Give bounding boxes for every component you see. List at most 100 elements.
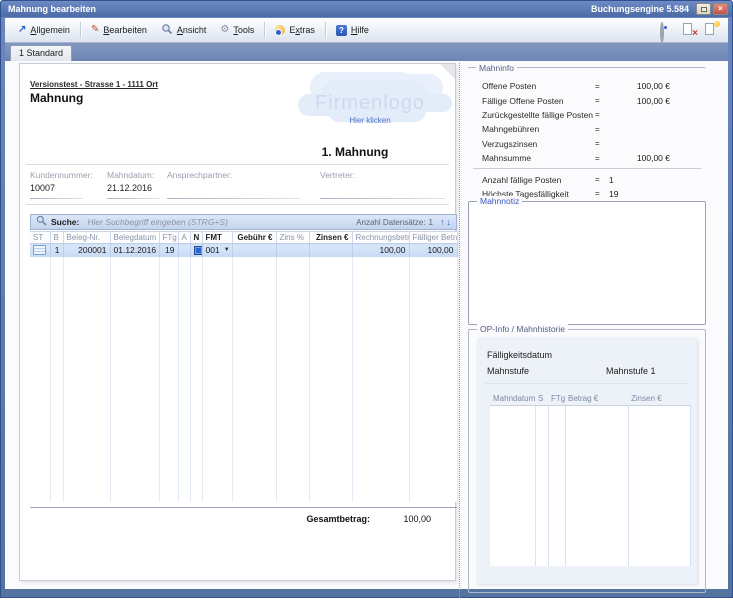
search-icon <box>36 213 47 231</box>
col-rechnungsbetrag[interactable]: Rechnungsbetrag € <box>352 232 409 244</box>
close-button[interactable]: × <box>713 3 728 15</box>
equals-sign: = <box>595 139 607 148</box>
search-bar[interactable]: Suche: Hier Suchbegriff eingeben (STRG+S… <box>30 214 457 230</box>
beleg-nr-cell: 200001 <box>63 244 110 257</box>
tabbar: 1 Standard <box>5 43 728 61</box>
col-faelliger-betrag[interactable]: Fälliger Betrag € <box>409 232 457 244</box>
new-record-icon[interactable] <box>704 23 718 37</box>
col-betrag[interactable]: Betrag € <box>565 392 628 406</box>
magnifier-document-icon <box>161 23 173 38</box>
col-mahndatum[interactable]: Mahndatum <box>490 392 535 406</box>
col-st[interactable]: ST <box>30 232 50 244</box>
menu-ansicht[interactable]: Ansicht <box>154 21 214 40</box>
history-icon[interactable] <box>660 23 674 37</box>
menu-hilfe-label: Hilfe <box>351 25 369 35</box>
mahnstufe-label: Mahnstufe <box>487 366 529 376</box>
delete-record-icon[interactable]: × <box>682 23 696 37</box>
app-version-label: Buchungsengine 5.584 <box>591 4 689 14</box>
menu-separator <box>325 22 326 38</box>
mahndatum-value[interactable]: 21.12.2016 <box>107 183 152 193</box>
col-belegdatum[interactable]: Belegdatum <box>110 232 159 244</box>
mahninfo-title: Mahninfo <box>476 63 517 73</box>
mahndatum-label: Mahndatum: <box>107 170 154 180</box>
col-ftg[interactable]: FTg <box>159 232 178 244</box>
anzahl-faellige-posten-label: Anzahl fällige Posten <box>482 175 595 185</box>
menu-bearbeiten[interactable]: ✎ Bearbeiten <box>84 21 154 40</box>
mahnnotiz-textarea[interactable] <box>471 206 703 322</box>
arrow-up-icon[interactable]: ↑ <box>440 217 445 227</box>
table-header-row: ST B Beleg-Nr. Belegdatum FTg A N FMT Ge… <box>30 232 457 244</box>
mahnnotiz-title: Mahnnotiz <box>477 196 522 206</box>
gear-icon: ⚙ <box>220 25 229 35</box>
belegdatum-cell: 01.12.2016 <box>110 244 159 257</box>
search-label: Suche: <box>51 217 79 227</box>
col-zinsen[interactable]: Zinsen € <box>309 232 352 244</box>
menu-extras[interactable]: Extras <box>268 21 322 40</box>
anzahl-faellige-posten-value: 1 <box>607 175 692 185</box>
tab-standard[interactable]: 1 Standard <box>10 45 72 61</box>
equals-sign: = <box>595 175 607 184</box>
col-n[interactable]: N <box>190 232 202 244</box>
field-underline <box>30 198 83 199</box>
app-window: Mahnung bearbeiten Buchungsengine 5.584 … <box>0 0 733 598</box>
total-label: Gesamtbetrag: <box>306 514 370 524</box>
search-input[interactable]: Hier Suchbegriff eingeben (STRG+S) <box>87 217 356 227</box>
mahnsumme-label: Mahnsumme <box>482 153 595 163</box>
mahninfo-separator <box>473 168 701 169</box>
document-type-title: Mahnung <box>30 91 83 105</box>
col-ftg2[interactable]: FTg <box>548 392 565 406</box>
titlebar: Mahnung bearbeiten Buchungsengine 5.584 … <box>1 1 732 17</box>
menu-hilfe[interactable]: ? Hilfe <box>329 21 376 40</box>
mahninfo-row: Mahnsumme = 100,00 € <box>468 151 706 165</box>
col-s[interactable]: S <box>535 392 548 406</box>
col-gebuehr[interactable]: Gebühr € <box>232 232 276 244</box>
field-underline <box>107 198 160 199</box>
mahnhistorie-empty-area <box>490 406 690 566</box>
st-cell[interactable] <box>30 244 50 257</box>
equals-sign: = <box>595 125 607 134</box>
mahninfo-groupbox: Mahninfo Offene Posten = 100,00 € Fällig… <box>468 67 706 198</box>
chevron-down-icon[interactable]: ▼ <box>224 247 230 253</box>
restore-button[interactable] <box>696 3 711 15</box>
opinfo-groupbox: OP-Info / Mahnhistorie Fälligkeitsdatum … <box>468 329 706 593</box>
col-beleg-nr[interactable]: Beleg-Nr. <box>63 232 110 244</box>
col-b[interactable]: B <box>50 232 63 244</box>
n-checkbox[interactable] <box>194 246 203 255</box>
record-count-value: 1 <box>429 218 433 227</box>
offene-posten-value: 100,00 € <box>607 81 692 91</box>
logo-click-hint[interactable]: Hier klicken <box>285 116 455 125</box>
n-cell[interactable] <box>190 244 202 257</box>
col-zinsen2[interactable]: Zinsen € <box>628 392 690 406</box>
restore-icon <box>701 7 707 12</box>
arrow-down-icon[interactable]: ↓ <box>447 217 452 227</box>
rechnungsbetrag-cell: 100,00 <box>352 244 409 257</box>
faellige-offene-posten-label: Fällige Offene Posten <box>482 96 595 106</box>
total-separator <box>30 507 457 508</box>
mahnstufe-value: Mahnstufe 1 <box>606 366 656 376</box>
mahninfo-row: Offene Posten = 100,00 € <box>468 79 706 93</box>
mahninfo-row: Zurückgestellte fällige Posten = <box>468 108 706 122</box>
splitter[interactable] <box>459 63 460 598</box>
kundennummer-value[interactable]: 10007 <box>30 183 55 193</box>
customer-address-link[interactable]: Versionstest - Strasse 1 - 1111 Ort <box>30 80 158 89</box>
extras-icon <box>275 25 285 35</box>
record-detail-icon[interactable] <box>33 245 46 255</box>
help-icon: ? <box>336 25 347 36</box>
menu-allgemein[interactable]: ↗ Allgemein <box>11 21 77 40</box>
pencil-icon: ✎ <box>91 25 99 35</box>
col-a[interactable]: A <box>178 232 190 244</box>
col-fmt[interactable]: FMT <box>202 232 232 244</box>
mahninfo-row: Fällige Offene Posten = 100,00 € <box>468 93 706 107</box>
col-zins-pct[interactable]: Zins % <box>276 232 309 244</box>
faelligkeitsdatum-label: Fälligkeitsdatum <box>487 350 552 360</box>
equals-sign: = <box>595 110 607 119</box>
table-row[interactable]: 1 200001 01.12.2016 19 001▼ 100,00 100,0… <box>30 244 457 257</box>
fmt-cell[interactable]: 001▼ <box>202 244 232 257</box>
mahnsumme-value: 100,00 € <box>607 153 692 163</box>
vertreter-label: Vertreter: <box>320 170 355 180</box>
faelliger-betrag-cell: 100,00 <box>409 244 457 257</box>
field-underline <box>320 198 445 199</box>
logo-placeholder-text[interactable]: Firmenlogo <box>285 92 455 115</box>
page-corner-icon <box>440 64 455 79</box>
menu-tools[interactable]: ⚙ Tools <box>213 21 261 40</box>
